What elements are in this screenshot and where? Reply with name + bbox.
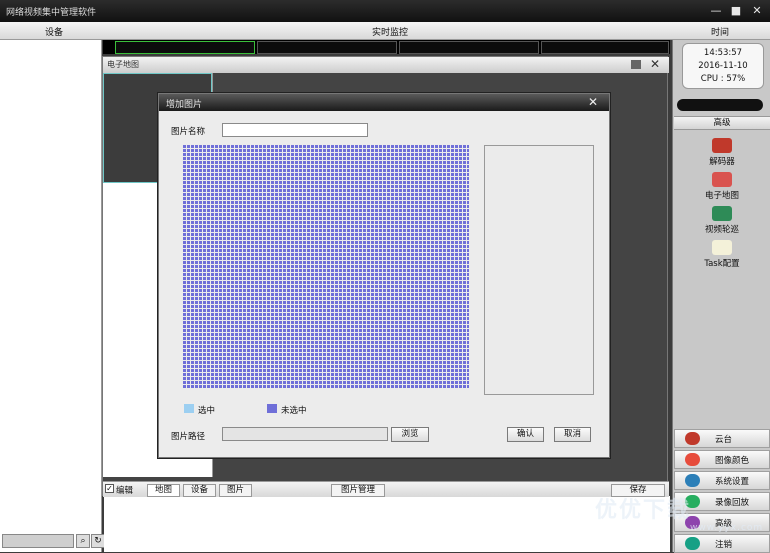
- edit-label: 编辑: [116, 486, 134, 496]
- tool-emap[interactable]: 电子地图: [674, 172, 770, 201]
- picture-manage-button[interactable]: 图片管理: [331, 484, 385, 497]
- picture-name-label: 图片名称: [171, 127, 206, 137]
- menu-label: 录像回放: [715, 498, 750, 508]
- tool-decoder[interactable]: 解码器: [674, 138, 770, 167]
- status-indicator: [677, 99, 763, 111]
- watermark: 优优下载: [595, 498, 692, 523]
- video-grid-area: [104, 496, 670, 552]
- picture-grid[interactable]: [182, 144, 469, 389]
- cancel-button[interactable]: 取消: [554, 427, 591, 442]
- device-search-input[interactable]: [2, 534, 74, 548]
- picture-preview: [484, 145, 594, 395]
- menu-label: 云台: [715, 435, 733, 445]
- tool-label: 电子地图: [704, 191, 739, 201]
- task-config-icon: [712, 240, 732, 255]
- advanced-section-header[interactable]: 高级: [674, 116, 770, 130]
- selected-legend-label: 选中: [198, 406, 216, 416]
- emap-title: 电子地图: [107, 60, 139, 69]
- unselected-swatch: [267, 404, 277, 413]
- logout-icon: [685, 537, 700, 550]
- video-tile[interactable]: [541, 41, 669, 54]
- watermark-url: www.yyx.com: [690, 523, 764, 533]
- cpu-usage: CPU : 57%: [700, 74, 746, 84]
- clock-display: 14:53:57 2016-11-10 CPU : 57%: [682, 43, 764, 89]
- video-tile[interactable]: [257, 41, 397, 54]
- video-tile[interactable]: [115, 41, 255, 54]
- selected-swatch: [184, 404, 194, 413]
- tool-label: 视频轮巡: [704, 225, 739, 235]
- search-icon[interactable]: ⌕: [76, 534, 90, 548]
- dialog-titlebar: 增加图片: [159, 94, 609, 111]
- emap-icon: [712, 172, 732, 187]
- menu-devices[interactable]: 设备: [45, 25, 63, 38]
- tool-label: 解码器: [709, 157, 735, 167]
- emap-titlebar: 电子地图: [103, 57, 669, 73]
- decoder-icon: [712, 138, 732, 153]
- title-bar: 网络视频集中管理软件: [0, 0, 770, 22]
- video-patrol-icon: [712, 206, 732, 221]
- window-title: 网络视频集中管理软件: [6, 8, 97, 18]
- edit-checkbox[interactable]: ✓: [105, 484, 114, 493]
- emap-close-icon[interactable]: ✕: [650, 57, 660, 71]
- menu-label: 图像颜色: [715, 456, 750, 466]
- video-tile[interactable]: [399, 41, 539, 54]
- right-control-panel: 14:53:57 2016-11-10 CPU : 57% 高级 解码器电子地图…: [672, 40, 770, 553]
- menu-label: 注销: [715, 540, 733, 550]
- emap-bottom-bar: ✓ 编辑 地图 设备 图片 图片管理 保存: [103, 481, 669, 497]
- menu-bar: 设备 实时监控 时间: [0, 22, 770, 40]
- unselected-legend-label: 未选中: [281, 406, 307, 416]
- maximize-button[interactable]: ■: [729, 4, 743, 17]
- browse-button[interactable]: 浏览: [391, 427, 429, 442]
- clock-time: 14:53:57: [703, 48, 743, 58]
- close-button[interactable]: ✕: [750, 4, 764, 17]
- emap-maximize-icon[interactable]: [631, 60, 641, 69]
- picture-name-input[interactable]: [222, 123, 368, 137]
- minimize-button[interactable]: —: [709, 4, 723, 17]
- menu-logout[interactable]: 注销: [674, 534, 770, 553]
- tool-task-config[interactable]: Task配置: [674, 240, 770, 269]
- add-picture-dialog: 增加图片 ✕ 图片名称 选中 未选中 图片路径 浏览 确认 取消: [158, 93, 610, 458]
- menu-label: 系统设置: [715, 477, 750, 487]
- menu-live-monitor[interactable]: 实时监控: [372, 25, 408, 38]
- menu-ptz[interactable]: 云台: [674, 429, 770, 448]
- menu-time[interactable]: 时间: [711, 25, 729, 38]
- picture-path-label: 图片路径: [171, 432, 206, 442]
- dialog-close-icon[interactable]: ✕: [588, 95, 598, 109]
- menu-system-settings[interactable]: 系统设置: [674, 471, 770, 490]
- tool-label: Task配置: [704, 259, 740, 269]
- ptz-icon: [685, 432, 700, 445]
- menu-image-color[interactable]: 图像颜色: [674, 450, 770, 469]
- ok-button[interactable]: 确认: [507, 427, 544, 442]
- tool-video-patrol[interactable]: 视频轮巡: [674, 206, 770, 235]
- device-tree-panel[interactable]: [0, 40, 102, 552]
- image-color-icon: [685, 453, 700, 466]
- dialog-title: 增加图片: [166, 100, 203, 110]
- picture-path-input[interactable]: [222, 427, 388, 441]
- tab-device[interactable]: 设备: [183, 484, 216, 497]
- refresh-icon[interactable]: ↻: [91, 534, 105, 548]
- clock-date: 2016-11-10: [698, 61, 748, 71]
- tab-map[interactable]: 地图: [147, 484, 180, 497]
- system-settings-icon: [685, 474, 700, 487]
- tab-picture[interactable]: 图片: [219, 484, 252, 497]
